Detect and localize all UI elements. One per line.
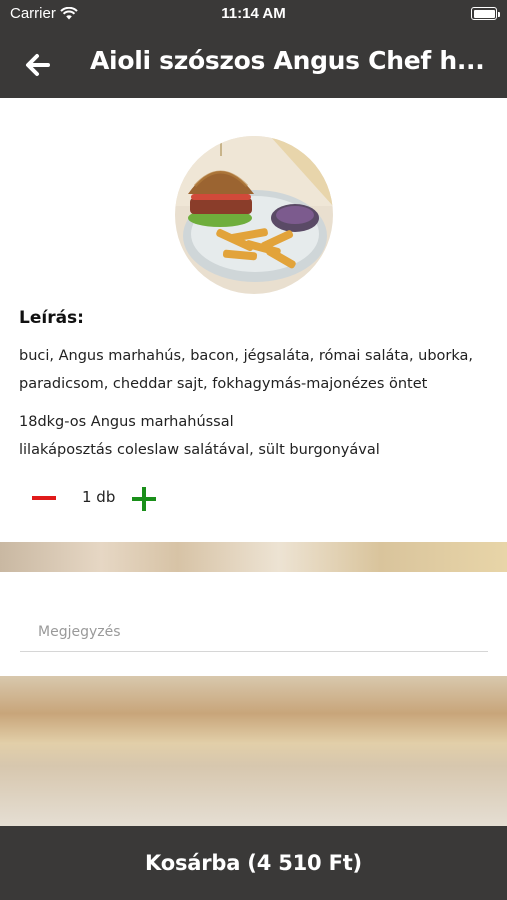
quantity-stepper: 1 db <box>30 483 230 513</box>
decrease-quantity-button[interactable] <box>30 489 58 507</box>
background-image-strip <box>0 542 507 572</box>
add-to-cart-button[interactable]: Kosárba (4 510 Ft) <box>0 826 507 900</box>
back-button[interactable] <box>22 50 52 80</box>
extra-info-line: lilakáposztás coleslaw salátával, sült b… <box>19 442 380 458</box>
note-input[interactable] <box>20 612 488 652</box>
increase-quantity-button[interactable] <box>130 485 158 513</box>
add-to-cart-label: Kosárba (4 510 Ft) <box>145 851 362 875</box>
dish-image <box>175 136 333 294</box>
page-title: Aioli szószos Angus Chef h... <box>90 46 485 75</box>
product-details: Leírás: buci, Angus marhahús, bacon, jég… <box>0 98 507 542</box>
description-line: paradicsom, cheddar sajt, fokhagymás-maj… <box>19 376 428 392</box>
minus-icon <box>32 496 56 500</box>
note-card <box>0 572 507 676</box>
description-text: buci, Angus marhahús, bacon, jégsaláta, … <box>19 342 489 398</box>
description-heading: Leírás: <box>19 308 84 328</box>
quantity-value: 1 db <box>82 488 116 506</box>
status-bar: Carrier 11:14 AM <box>0 0 507 28</box>
description-line: buci, Angus marhahús, bacon, jégsaláta, … <box>19 348 474 364</box>
battery-icon <box>471 7 500 20</box>
extra-info-line: 18dkg-os Angus marhahússal <box>19 414 234 430</box>
navigation-header: Carrier 11:14 AM Aioli szószos Angus Che… <box>0 0 507 98</box>
extra-info-text: 18dkg-os Angus marhahússal lilakáposztás… <box>19 408 489 464</box>
arrow-left-icon <box>26 54 50 76</box>
background-image <box>0 676 507 826</box>
status-time: 11:14 AM <box>221 5 286 22</box>
